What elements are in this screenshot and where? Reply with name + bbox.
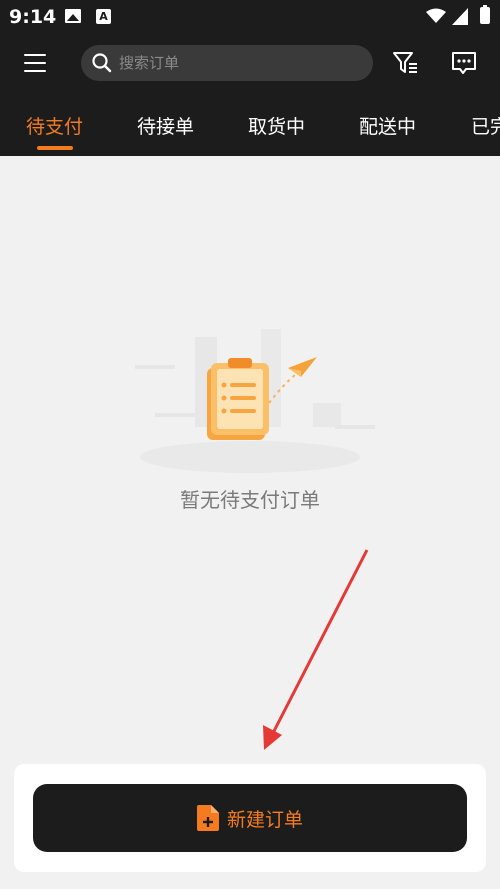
search-icon bbox=[92, 53, 112, 73]
active-tab-indicator bbox=[37, 146, 73, 150]
tab-delivering[interactable]: 配送中 bbox=[359, 112, 416, 139]
tab-completed[interactable]: 已完 bbox=[471, 112, 500, 139]
status-time: 9:14 bbox=[9, 6, 57, 28]
bottom-action-card: 新建订单 bbox=[14, 764, 486, 872]
top-header: 9:14 A 待支付 待接单 取货中 配送中 bbox=[0, 0, 500, 156]
paper-plane-icon bbox=[288, 357, 317, 377]
signal-icon bbox=[452, 8, 468, 25]
add-document-icon bbox=[196, 805, 219, 831]
empty-orders-illustration bbox=[135, 329, 375, 473]
battery-icon bbox=[480, 5, 490, 24]
order-status-tabs: 待支付 待接单 取货中 配送中 已完 bbox=[0, 104, 500, 156]
tab-picking-up[interactable]: 取货中 bbox=[248, 112, 305, 139]
a-notification-icon: A bbox=[96, 9, 111, 24]
status-bar: 9:14 A bbox=[0, 0, 500, 36]
message-icon[interactable] bbox=[450, 50, 478, 76]
search-input[interactable] bbox=[119, 45, 359, 81]
empty-state-message: 暂无待支付订单 bbox=[180, 488, 320, 512]
tab-pending-payment[interactable]: 待支付 bbox=[26, 112, 83, 139]
image-notification-icon bbox=[65, 9, 81, 23]
clipboard-icon bbox=[207, 358, 269, 440]
new-order-label: 新建订单 bbox=[226, 808, 303, 831]
menu-icon[interactable] bbox=[22, 50, 50, 76]
search-bar[interactable] bbox=[81, 45, 373, 81]
wifi-icon bbox=[426, 8, 446, 23]
new-order-button[interactable]: 新建订单 bbox=[33, 784, 467, 852]
tab-pending-accept[interactable]: 待接单 bbox=[137, 112, 194, 139]
filter-icon[interactable] bbox=[392, 50, 420, 76]
